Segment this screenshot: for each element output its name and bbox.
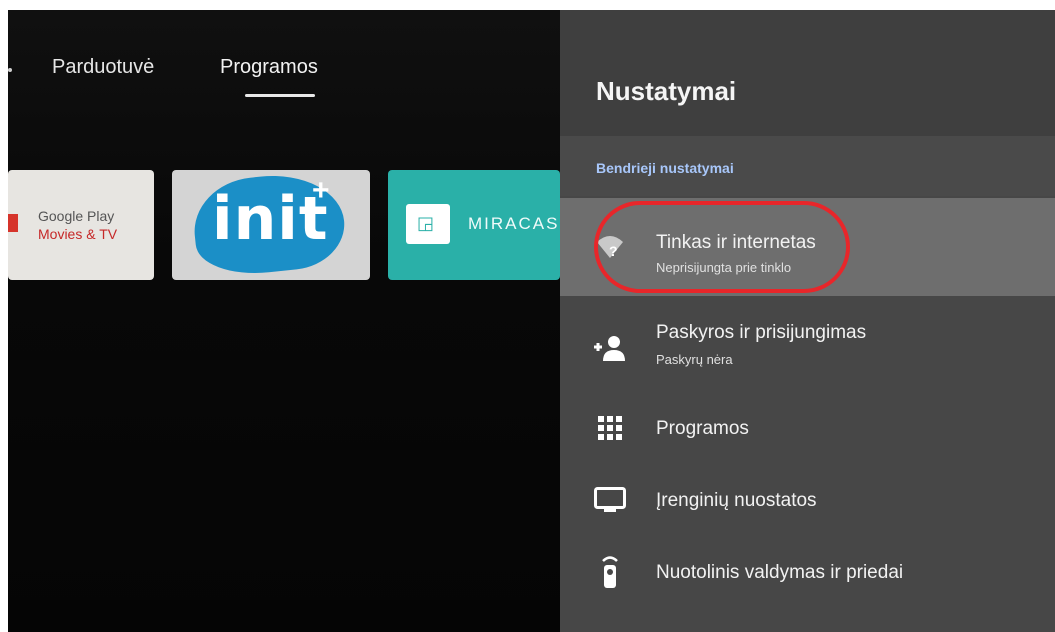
cast-glyph: ◲ (417, 213, 435, 234)
cast-icon: ◲ (406, 204, 450, 244)
app-name-line1: Google Play (38, 208, 115, 224)
settings-item-remote-accessories[interactable]: Nuotolinis valdymas ir priedai (560, 538, 1055, 610)
settings-panel: Nustatymai Bendrieji nustatymai ? Tinkas… (560, 10, 1055, 632)
tab-store[interactable]: Parduotuvė (52, 56, 154, 79)
init-logo-plus: + (312, 174, 330, 207)
app-tile-google-play-movies[interactable]: Google Play Movies & TV (8, 170, 154, 280)
settings-item-device-preferences[interactable]: Įrenginių nuostatos (560, 466, 1055, 538)
remote-icon (594, 556, 626, 588)
settings-item-apps[interactable]: Programos (560, 394, 1055, 466)
tv-icon (594, 484, 626, 516)
settings-item-accounts[interactable]: Paskyros ir prisijungimas Paskyrų nėra (560, 310, 1055, 382)
settings-item-title: Paskyros ir prisijungimas (656, 322, 867, 343)
miracast-label: MIRACAS (468, 214, 560, 233)
nav-edge-indicator (8, 68, 12, 72)
settings-item-title: Nuotolinis valdymas ir priedai (656, 562, 904, 583)
home-screen: Parduotuvė Programos Google Play Movies … (8, 10, 560, 632)
app-tile-init[interactable]: init + (172, 170, 370, 280)
settings-item-title: Įrenginių nuostatos (656, 490, 817, 511)
tv-screen: Parduotuvė Programos Google Play Movies … (8, 10, 1055, 632)
settings-header (560, 10, 1055, 136)
app-name-line2: Movies & TV (38, 226, 118, 242)
settings-title: Nustatymai (596, 76, 737, 106)
apps-grid-icon (594, 412, 626, 444)
settings-item-subtitle: Paskyrų nėra (656, 352, 733, 367)
play-movies-logo-icon (8, 214, 18, 232)
app-tile-miracast[interactable]: ◲ MIRACAS (388, 170, 560, 280)
tab-apps[interactable]: Programos (220, 56, 318, 79)
red-highlight-ring (594, 201, 850, 293)
settings-item-title: Programos (656, 418, 749, 439)
active-tab-underline (245, 94, 315, 97)
add-person-icon (594, 332, 626, 364)
section-general-settings: Bendrieji nustatymai (596, 160, 734, 176)
